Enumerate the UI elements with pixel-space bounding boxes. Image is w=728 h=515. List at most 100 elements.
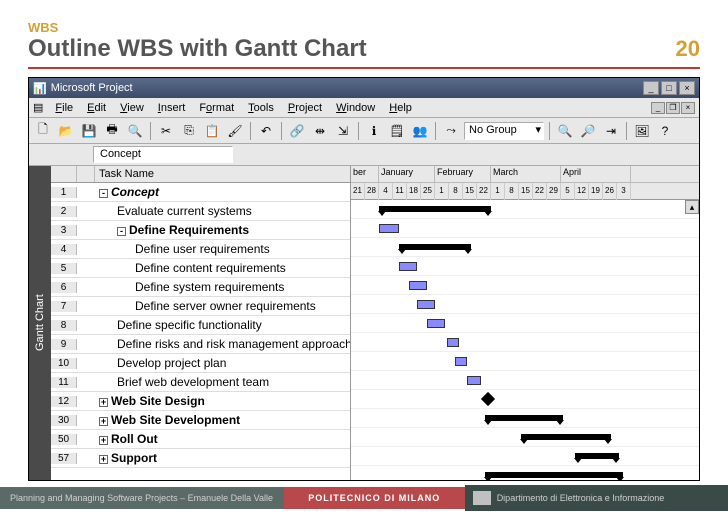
summary-bar[interactable] [575,453,619,459]
preview-icon[interactable]: 🔍 [125,121,145,141]
menu-project[interactable]: Project [282,101,328,115]
row-id[interactable]: 30 [51,415,77,426]
undo-icon[interactable]: ↶ [256,121,276,141]
format-painter-icon[interactable]: 🖌 [225,121,245,141]
collapse-icon[interactable]: - [99,189,108,198]
table-row[interactable]: 10 Develop project plan [51,354,350,373]
unlink-icon[interactable]: ⇹ [310,121,330,141]
task-bar[interactable] [417,300,435,309]
task-name-cell[interactable]: +Roll Out [95,432,350,446]
table-row[interactable]: 3 -Define Requirements [51,221,350,240]
table-row[interactable]: 2 Evaluate current systems [51,202,350,221]
minimize-button[interactable]: _ [643,81,659,95]
task-name-cell[interactable]: -Concept [95,185,350,199]
gantt-body[interactable]: ▴ [351,200,699,480]
view-tab-gantt[interactable]: Gantt Chart [29,166,51,480]
info-icon[interactable]: ℹ [364,121,384,141]
menu-file[interactable]: File [49,101,79,115]
expand-icon[interactable]: + [99,436,108,445]
task-name-cell[interactable]: Develop project plan [95,356,350,370]
task-name-cell[interactable]: Define server owner requirements [95,299,350,313]
entry-field[interactable]: Concept [93,146,233,163]
menu-help[interactable]: Help [383,101,418,115]
row-id[interactable]: 5 [51,263,77,274]
table-row[interactable]: 12 +Web Site Design [51,392,350,411]
assign-icon[interactable]: 👥 [410,121,430,141]
summary-bar[interactable] [521,434,611,440]
row-id[interactable]: 4 [51,244,77,255]
save-icon[interactable]: 💾 [79,121,99,141]
task-bar[interactable] [467,376,481,385]
row-id[interactable]: 7 [51,301,77,312]
summary-bar[interactable] [485,415,563,421]
row-id[interactable]: 12 [51,396,77,407]
summary-bar[interactable] [485,472,623,478]
copy-icon[interactable]: ⎘ [179,121,199,141]
doc-minimize-button[interactable]: _ [651,102,665,114]
print-icon[interactable]: 🖶 [102,121,122,141]
expand-icon[interactable]: + [99,417,108,426]
task-name-cell[interactable]: +Support [95,451,350,465]
help-icon[interactable]: ? [655,121,675,141]
table-row[interactable]: 8Define specific functionality [51,316,350,335]
menu-edit[interactable]: Edit [81,101,112,115]
task-name-cell[interactable]: Brief web development team [95,375,350,389]
menu-insert[interactable]: Insert [152,101,192,115]
task-name-cell[interactable]: Evaluate current systems [95,204,350,218]
new-icon[interactable]: 🗋 [33,121,53,141]
task-bar[interactable] [455,357,467,366]
link-icon[interactable]: 🔗 [287,121,307,141]
table-row[interactable]: 4 Define user requirements [51,240,350,259]
cut-icon[interactable]: ✂ [156,121,176,141]
close-button[interactable]: × [679,81,695,95]
row-id[interactable]: 8 [51,320,77,331]
zoom-out-icon[interactable]: 🔍 [555,121,575,141]
note-icon[interactable]: 🗒 [387,121,407,141]
task-name-cell[interactable]: +Web Site Design [95,394,350,408]
col-id-header[interactable] [51,166,77,182]
summary-bar[interactable] [379,206,491,212]
row-id[interactable]: 3 [51,225,77,236]
row-id[interactable]: 9 [51,339,77,350]
open-icon[interactable]: 📂 [56,121,76,141]
table-row[interactable]: 7 Define server owner requirements [51,297,350,316]
table-row[interactable]: 6Define system requirements [51,278,350,297]
menu-format[interactable]: Format [193,101,240,115]
table-row[interactable]: 30+Web Site Development [51,411,350,430]
goto-icon[interactable]: ⤳ [441,121,461,141]
task-bar[interactable] [399,262,417,271]
col-indicator-header[interactable] [77,166,95,182]
row-id[interactable]: 6 [51,282,77,293]
task-name-cell[interactable]: Define user requirements [95,242,350,256]
row-id[interactable]: 50 [51,434,77,445]
expand-icon[interactable]: + [99,398,108,407]
summary-bar[interactable] [399,244,471,250]
split-icon[interactable]: ⇲ [333,121,353,141]
table-row[interactable]: 11 Brief web development team [51,373,350,392]
group-select[interactable]: No Group [464,122,544,140]
menu-tools[interactable]: Tools [242,101,280,115]
doc-restore-button[interactable]: ❐ [666,102,680,114]
task-name-cell[interactable]: Define content requirements [95,261,350,275]
task-name-cell[interactable]: Define risks and risk management approac… [95,337,350,351]
task-bar[interactable] [427,319,445,328]
task-bar[interactable] [379,224,399,233]
menu-view[interactable]: View [114,101,150,115]
table-row[interactable]: 5 Define content requirements [51,259,350,278]
task-name-cell[interactable]: -Define Requirements [95,223,350,237]
paste-icon[interactable]: 📋 [202,121,222,141]
table-row[interactable]: 9 Define risks and risk management approa… [51,335,350,354]
row-id[interactable]: 2 [51,206,77,217]
doc-close-button[interactable]: × [681,102,695,114]
row-id[interactable]: 10 [51,358,77,369]
table-row[interactable]: 57+Support [51,449,350,468]
table-row[interactable]: 1-Concept [51,183,350,202]
menu-window[interactable]: Window [330,101,381,115]
maximize-button[interactable]: □ [661,81,677,95]
table-row[interactable]: 50 +Roll Out [51,430,350,449]
collapse-icon[interactable]: - [117,227,126,236]
task-bar[interactable] [409,281,427,290]
table-row[interactable] [51,468,350,480]
row-id[interactable]: 11 [51,377,77,388]
milestone-icon[interactable] [481,392,495,406]
